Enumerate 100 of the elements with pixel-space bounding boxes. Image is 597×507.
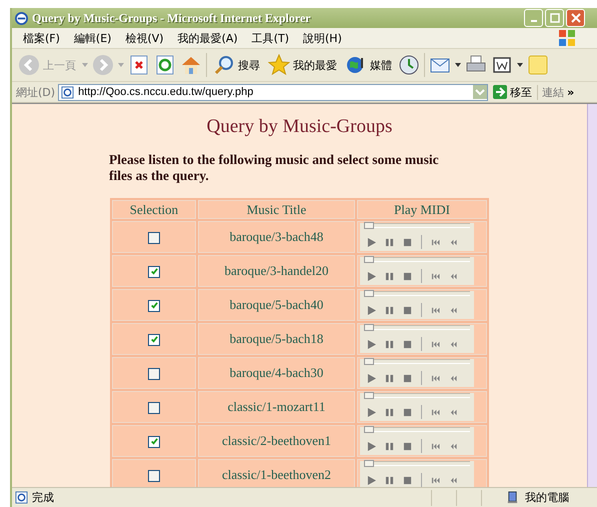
dropdown-icon[interactable] xyxy=(473,85,488,99)
pause-icon[interactable] xyxy=(385,238,394,246)
menu-item[interactable]: 工具(T) xyxy=(244,30,296,46)
stop-icon[interactable] xyxy=(128,54,150,76)
go-button[interactable]: 移至 xyxy=(491,84,534,100)
rewind-icon[interactable] xyxy=(449,306,458,314)
seek-track[interactable] xyxy=(364,393,470,398)
close-button[interactable] xyxy=(566,9,585,27)
menu-item[interactable]: 我的最愛(A) xyxy=(170,30,245,46)
rewind-icon[interactable] xyxy=(449,476,458,484)
column-header: Selection xyxy=(112,200,196,219)
play-icon[interactable] xyxy=(367,442,376,450)
skip-back-icon[interactable] xyxy=(431,408,440,416)
caret-icon[interactable] xyxy=(455,63,461,67)
skip-back-icon[interactable] xyxy=(431,272,440,280)
seek-track[interactable] xyxy=(364,427,470,432)
scrollbar[interactable] xyxy=(587,104,597,487)
checkbox[interactable] xyxy=(148,470,160,482)
rewind-icon[interactable] xyxy=(449,340,458,348)
midi-player[interactable] xyxy=(360,393,474,421)
stop-icon[interactable] xyxy=(403,238,412,246)
pause-icon[interactable] xyxy=(385,306,394,314)
stop-icon[interactable] xyxy=(403,272,412,280)
stop-icon[interactable] xyxy=(403,442,412,450)
checkbox[interactable] xyxy=(148,436,160,448)
seek-track[interactable] xyxy=(364,291,470,296)
minimize-button[interactable] xyxy=(524,9,543,27)
pause-icon[interactable] xyxy=(385,272,394,280)
seek-track[interactable] xyxy=(364,325,470,330)
seek-track[interactable] xyxy=(364,257,470,262)
play-icon[interactable] xyxy=(367,374,376,382)
menu-item[interactable]: 檢視(V) xyxy=(118,30,171,46)
stop-icon[interactable] xyxy=(403,340,412,348)
seek-track[interactable] xyxy=(364,359,470,364)
play-icon[interactable] xyxy=(367,476,376,484)
menu-item[interactable]: 說明(H) xyxy=(296,30,349,46)
menu-item[interactable]: 檔案(F) xyxy=(16,30,67,46)
search-button[interactable]: 搜尋 xyxy=(211,54,262,76)
checkbox[interactable] xyxy=(148,266,160,278)
play-icon[interactable] xyxy=(367,238,376,246)
address-field[interactable]: http://Qoo.cs.nccu.edu.tw/query.php xyxy=(58,84,488,100)
midi-player[interactable] xyxy=(360,291,474,319)
skip-back-icon[interactable] xyxy=(431,476,440,484)
skip-back-icon[interactable] xyxy=(431,442,440,450)
seek-track[interactable] xyxy=(364,461,470,466)
rewind-icon[interactable] xyxy=(449,374,458,382)
checkbox[interactable] xyxy=(148,368,160,380)
rewind-icon[interactable] xyxy=(449,442,458,450)
midi-player[interactable] xyxy=(360,257,474,285)
links-label[interactable]: 連結 xyxy=(537,84,564,100)
media-button[interactable]: 媒體 xyxy=(343,54,394,76)
checkbox[interactable] xyxy=(148,334,160,346)
search-icon xyxy=(213,54,235,76)
midi-player[interactable] xyxy=(360,427,474,455)
play-icon[interactable] xyxy=(367,272,376,280)
rewind-icon[interactable] xyxy=(449,408,458,416)
seek-thumb[interactable] xyxy=(364,222,374,229)
seek-thumb[interactable] xyxy=(364,460,374,467)
stop-icon[interactable] xyxy=(403,306,412,314)
skip-back-icon[interactable] xyxy=(431,238,440,246)
pause-icon[interactable] xyxy=(385,374,394,382)
pause-icon[interactable] xyxy=(385,340,394,348)
favorites-button[interactable]: 我的最愛 xyxy=(266,54,339,76)
stop-icon[interactable] xyxy=(403,408,412,416)
seek-thumb[interactable] xyxy=(364,290,374,297)
seek-thumb[interactable] xyxy=(364,358,374,365)
pause-icon[interactable] xyxy=(385,476,394,484)
pause-icon[interactable] xyxy=(385,442,394,450)
caret-icon[interactable] xyxy=(517,63,523,67)
checkbox[interactable] xyxy=(148,402,160,414)
play-icon[interactable] xyxy=(367,408,376,416)
seek-thumb[interactable] xyxy=(364,256,374,263)
midi-player[interactable] xyxy=(360,223,474,251)
rewind-icon[interactable] xyxy=(449,238,458,246)
maximize-button[interactable] xyxy=(545,9,564,27)
pause-icon[interactable] xyxy=(385,408,394,416)
midi-player[interactable] xyxy=(360,325,474,353)
stop-icon[interactable] xyxy=(403,476,412,484)
midi-player[interactable] xyxy=(360,461,474,487)
page-heading: Query by Music-Groups xyxy=(206,116,394,138)
play-icon[interactable] xyxy=(367,340,376,348)
seek-thumb[interactable] xyxy=(364,426,374,433)
seek-thumb[interactable] xyxy=(364,324,374,331)
midi-player[interactable] xyxy=(360,359,474,387)
checkbox[interactable] xyxy=(148,232,160,244)
skip-back-icon[interactable] xyxy=(431,374,440,382)
intro-text: Please listen to the following music and select some music files as the query. xyxy=(109,152,440,184)
menu-item[interactable]: 編輯(E) xyxy=(66,30,118,46)
home-icon[interactable] xyxy=(180,54,202,76)
seek-thumb[interactable] xyxy=(364,392,374,399)
skip-back-icon[interactable] xyxy=(431,306,440,314)
skip-back-icon[interactable] xyxy=(431,340,440,348)
play-icon[interactable] xyxy=(367,306,376,314)
more-chevron[interactable]: » xyxy=(567,86,574,98)
refresh-icon[interactable] xyxy=(154,54,176,76)
history-icon[interactable] xyxy=(398,54,420,76)
seek-track[interactable] xyxy=(364,223,470,228)
checkbox[interactable] xyxy=(148,300,160,312)
rewind-icon[interactable] xyxy=(449,272,458,280)
stop-icon[interactable] xyxy=(403,374,412,382)
